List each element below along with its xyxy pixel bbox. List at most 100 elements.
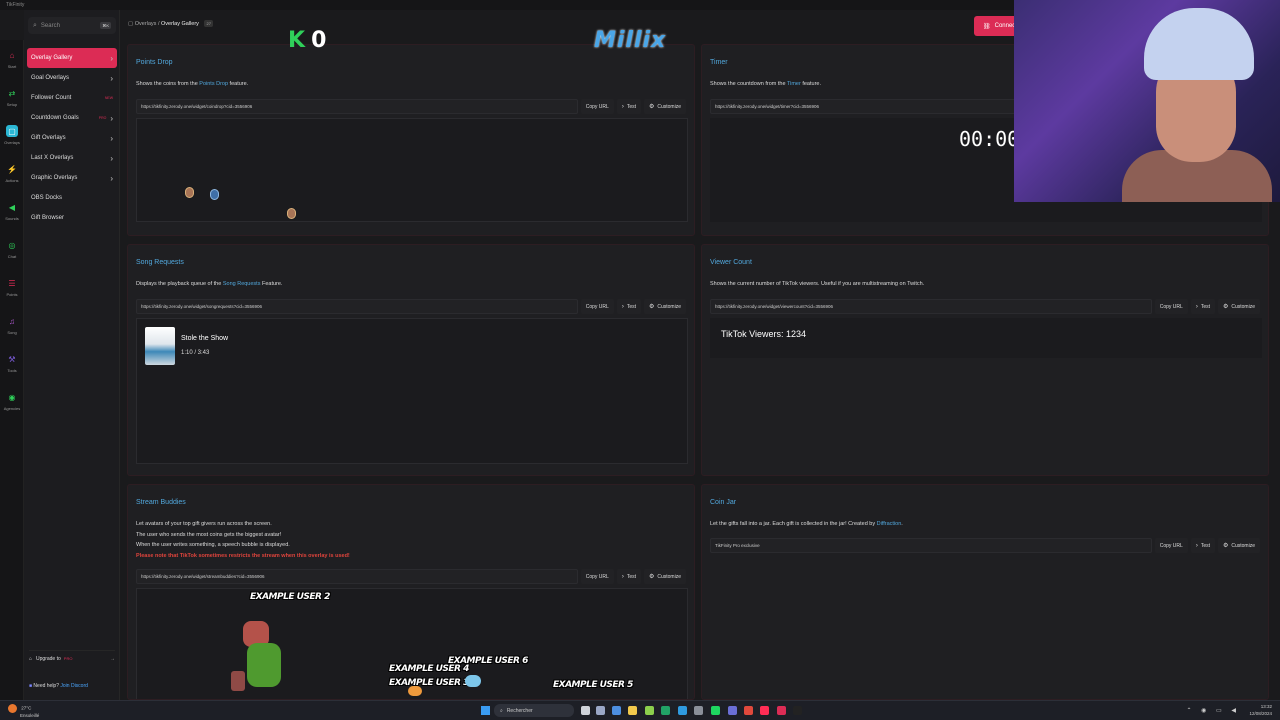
rail-item-song[interactable]: ♫ Song — [0, 306, 24, 344]
icon-rail: ⌂ Start ⇄ Setup ▢ Overlays ⚡ Actions ◀ Sounds ◎ Cha… — [0, 40, 24, 700]
test-button[interactable]: ›Test — [616, 299, 641, 314]
url-row: https://tikfinity.zerody.one/widget/song… — [136, 299, 686, 314]
diffraction-link[interactable]: Diffraction — [877, 521, 902, 527]
chevron-right-icon: › — [110, 133, 113, 143]
taskbar-search[interactable]: ⌕ Rechercher — [494, 704, 574, 717]
url-row: https://tikfinity.zerody.one/widget/coin… — [136, 99, 686, 114]
copy-url-button[interactable]: Copy URL — [1154, 299, 1188, 314]
chrome-icon[interactable] — [744, 706, 753, 715]
overlays-icon: ▢ — [6, 125, 18, 137]
file-explorer-icon[interactable] — [612, 706, 621, 715]
buddy-avatar — [229, 615, 293, 691]
search-icon: ⌕ — [33, 21, 37, 29]
excel-icon[interactable] — [661, 706, 670, 715]
widget-preview — [136, 118, 688, 222]
customize-button[interactable]: ⚙Customize — [643, 99, 686, 114]
song-requests-link[interactable]: Song Requests — [223, 281, 261, 287]
card-description: Shows the coins from the Points Drop fea… — [136, 81, 249, 87]
copy-url-button[interactable]: Copy URL — [580, 299, 614, 314]
warning-text: Please note that TikTok sometimes restri… — [136, 552, 350, 559]
arrow-right-icon: → — [110, 655, 115, 662]
sidebar-item-gift-overlays[interactable]: Gift Overlays › — [27, 128, 117, 148]
widget-url-field[interactable]: https://tikfinity.zerody.one/widget/stre… — [136, 569, 578, 584]
gear-icon: ⚙ — [648, 574, 655, 580]
points-icon: ☰ — [8, 278, 16, 288]
task-view-icon[interactable] — [581, 706, 590, 715]
xbox-icon[interactable] — [645, 706, 654, 715]
rail-item-overlays[interactable]: ▢ Overlays — [0, 116, 24, 154]
edge-icon[interactable] — [678, 706, 687, 715]
sidebar-item-last-x-overlays[interactable]: Last X Overlays › — [27, 148, 117, 168]
widget-url-field[interactable]: https://tikfinity.zerody.one/widget/coin… — [136, 99, 578, 114]
song-title: Stole the Show — [181, 335, 229, 342]
test-button[interactable]: ›Test — [616, 99, 641, 114]
coin-avatar — [210, 189, 219, 200]
tiktok-icon[interactable] — [760, 706, 769, 715]
weather-widget[interactable]: 27°C Ensoleillé — [8, 704, 39, 718]
rail-item-sounds[interactable]: ◀ Sounds — [0, 192, 24, 230]
upgrade-link[interactable]: ⌂ Upgrade to PRO → — [29, 650, 115, 664]
sidebar-item-label: Follower Count — [31, 95, 72, 101]
sidebar-item-overlay-gallery[interactable]: Overlay Gallery › — [27, 48, 117, 68]
sidebar-item-label: Last X Overlays — [31, 155, 74, 161]
sidebar-nav: Overlay Gallery › Goal Overlays › Follower C… — [27, 48, 117, 228]
join-discord-link[interactable]: Join Discord — [60, 683, 88, 689]
search-input[interactable]: ⌕ Search ⌘K — [28, 17, 116, 34]
tikfinity-icon[interactable] — [777, 706, 786, 715]
widget-url-field[interactable]: TikFinity Pro exclusive — [710, 538, 1152, 553]
sidebar-item-label: Gift Overlays — [31, 135, 66, 141]
sidebar-item-gift-browser[interactable]: Gift Browser — [27, 208, 117, 228]
widget-url-field[interactable]: https://tikfinity.zerody.one/widget/song… — [136, 299, 578, 314]
sidebar-item-graphic-overlays[interactable]: Graphic Overlays › — [27, 168, 117, 188]
clock[interactable]: 13:32 12/08/2024 — [1249, 703, 1272, 717]
rail-item-tools[interactable]: ⚒ Tools — [0, 344, 24, 382]
sidebar-item-follower-count[interactable]: Follower Count NEW — [27, 88, 117, 108]
windows-start-icon[interactable] — [481, 706, 490, 715]
timer-link[interactable]: Timer — [787, 81, 801, 87]
help-link[interactable]: ■ Need help? Join Discord — [29, 683, 88, 689]
customize-button[interactable]: ⚙Customize — [643, 569, 686, 584]
gear-icon: ⚙ — [648, 304, 655, 310]
rail-item-start[interactable]: ⌂ Start — [0, 40, 24, 78]
rail-item-chat[interactable]: ◎ Chat — [0, 230, 24, 268]
test-button[interactable]: ›Test — [1190, 299, 1215, 314]
actions-icon: ⚡ — [7, 164, 17, 174]
weather-temp: 27°C — [21, 705, 32, 711]
customize-button[interactable]: ⚙Customize — [1217, 299, 1260, 314]
agencies-icon: ◉ — [8, 392, 16, 402]
widgets-icon[interactable] — [596, 706, 605, 715]
widget-url-field[interactable]: https://tikfinity.zerody.one/widget/view… — [710, 299, 1152, 314]
card-description: Let avatars of your top gift givers run … — [136, 519, 350, 561]
breadcrumb-parent[interactable]: Overlays — [135, 21, 157, 27]
sidebar-item-goal-overlays[interactable]: Goal Overlays › — [27, 68, 117, 88]
rail-item-agencies[interactable]: ◉ Agencies — [0, 382, 24, 420]
buddy-name: EXAMPLE USER 5 — [553, 680, 633, 690]
search-shortcut: ⌘K — [100, 22, 111, 29]
customize-button[interactable]: ⚙Customize — [643, 299, 686, 314]
customize-button[interactable]: ⚙Customize — [1217, 538, 1260, 553]
copy-url-button[interactable]: Copy URL — [580, 99, 614, 114]
url-row: TikFinity Pro exclusive Copy URL › Test ⚙… — [710, 538, 1260, 553]
rail-label: Sounds — [5, 216, 19, 221]
rail-item-setup[interactable]: ⇄ Setup — [0, 78, 24, 116]
points-drop-link[interactable]: Points Drop — [199, 81, 228, 87]
system-tray-icons[interactable]: ⌃ ◉ ▭ ◀ — [1186, 707, 1240, 714]
rail-item-actions[interactable]: ⚡ Actions — [0, 154, 24, 192]
copy-url-button[interactable]: Copy URL — [580, 569, 614, 584]
widget-preview: TikTok Viewers: 1234 — [710, 318, 1262, 358]
settings-icon[interactable] — [694, 706, 703, 715]
teams-icon[interactable] — [728, 706, 737, 715]
sidebar-item-countdown-goals[interactable]: Countdown Goals PRO › — [27, 108, 117, 128]
rail-item-points[interactable]: ☰ Points — [0, 268, 24, 306]
test-button[interactable]: ›Test — [616, 569, 641, 584]
sidebar-item-obs-docks[interactable]: OBS Docks — [27, 188, 117, 208]
card-title: Timer — [710, 59, 728, 66]
copy-url-button[interactable]: Copy URL — [1154, 538, 1188, 553]
timer-display: 00:00 — [959, 127, 1020, 151]
folder-icon[interactable] — [628, 706, 637, 715]
taskbar-search-label: Rechercher — [506, 707, 533, 714]
test-button[interactable]: ›Test — [1190, 538, 1215, 553]
app-icon[interactable] — [793, 706, 802, 715]
song-progress: 1:10 / 3:43 — [181, 350, 210, 356]
spotify-icon[interactable] — [711, 706, 720, 715]
